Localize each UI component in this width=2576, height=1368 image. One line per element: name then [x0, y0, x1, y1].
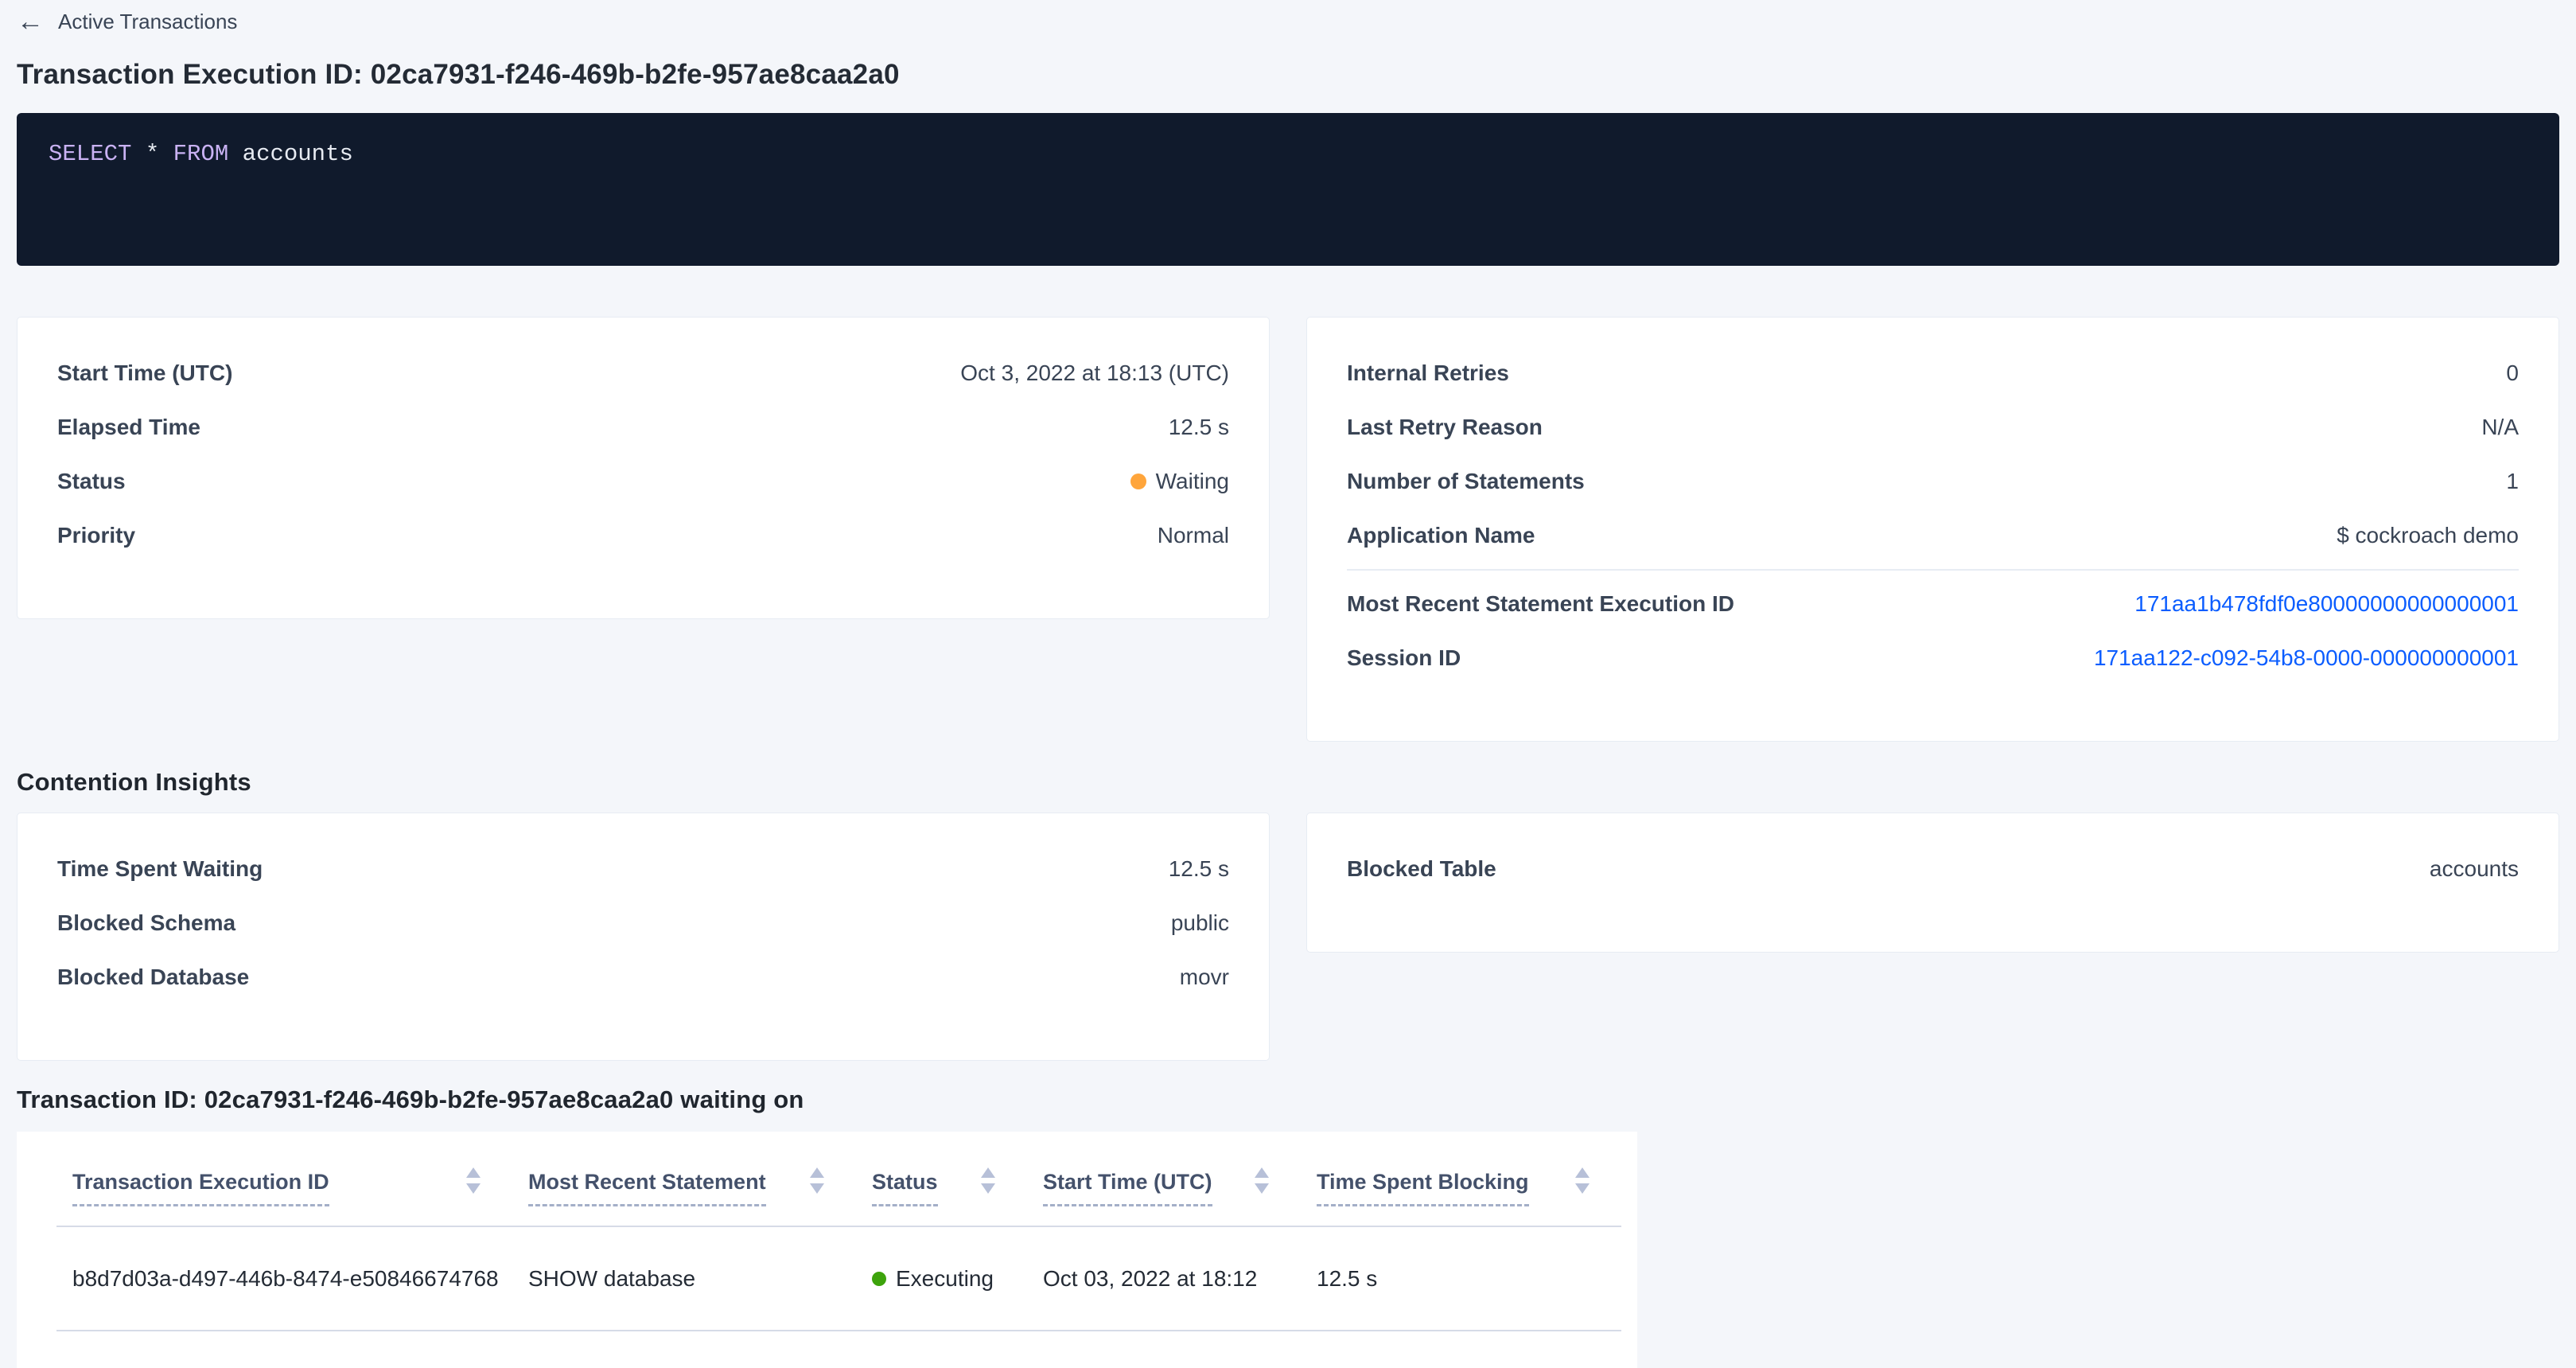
status-text: Waiting	[1156, 469, 1229, 494]
page-title: Transaction Execution ID: 02ca7931-f246-…	[17, 59, 2559, 91]
summary-row-status: Status Waiting	[57, 454, 1229, 509]
row-label: Session ID	[1347, 645, 1461, 671]
executing-status-dot-icon	[872, 1272, 886, 1286]
row-value: movr	[1180, 965, 1229, 990]
row-label: Application Name	[1347, 523, 1535, 548]
cell-transaction-execution-id: b8d7d03a-d497-446b-8474-e50846674768	[56, 1226, 512, 1331]
sort-button[interactable]: Transaction Execution ID	[72, 1170, 329, 1206]
contention-card-left: Time Spent Waiting 12.5 s Blocked Schema…	[17, 813, 1270, 1061]
summary-row-number-of-statements: Number of Statements 1	[1347, 454, 2519, 509]
waiting-on-table-card: Transaction Execution ID Most Recent Sta…	[17, 1132, 1637, 1368]
card-divider	[1347, 569, 2519, 571]
cell-status: Executing	[856, 1226, 1027, 1331]
cell-start-time: Oct 03, 2022 at 18:12	[1027, 1226, 1301, 1331]
row-label: Start Time (UTC)	[57, 361, 232, 386]
row-value: 1	[2506, 469, 2519, 494]
sort-arrows-icon[interactable]	[810, 1167, 824, 1194]
row-value: accounts	[2430, 856, 2519, 882]
column-header-label: Transaction Execution ID	[72, 1170, 329, 1206]
column-header-label: Most Recent Statement	[528, 1170, 766, 1206]
row-value: 12.5 s	[1169, 856, 1229, 882]
status-text: Executing	[896, 1266, 994, 1292]
row-label: Most Recent Statement Execution ID	[1347, 591, 1734, 617]
row-label: Elapsed Time	[57, 415, 200, 440]
waiting-on-table: Transaction Execution ID Most Recent Sta…	[56, 1132, 1621, 1331]
row-value: Normal	[1158, 523, 1229, 548]
summary-row-internal-retries: Internal Retries 0	[1347, 346, 2519, 400]
cell-time-spent-blocking: 12.5 s	[1301, 1226, 1621, 1331]
contention-row-blocked-schema: Blocked Schema public	[57, 896, 1229, 950]
row-value: 12.5 s	[1169, 415, 1229, 440]
row-label: Last Retry Reason	[1347, 415, 1543, 440]
contention-row-blocked-table: Blocked Table accounts	[1347, 842, 2519, 896]
sort-arrows-icon[interactable]	[981, 1167, 995, 1194]
row-value: $ cockroach demo	[2337, 523, 2519, 548]
sort-arrows-icon[interactable]	[1255, 1167, 1269, 1194]
sort-button[interactable]: Most Recent Statement	[528, 1170, 766, 1206]
cell-most-recent-statement: SHOW database	[512, 1226, 856, 1331]
row-label: Blocked Schema	[57, 910, 235, 936]
column-header-status: Status	[856, 1132, 1027, 1226]
back-link[interactable]: ← Active Transactions	[17, 8, 237, 35]
contention-row-time-spent-waiting: Time Spent Waiting 12.5 s	[57, 842, 1229, 896]
sql-keyword-from: FROM	[173, 141, 229, 167]
summary-row-start-time: Start Time (UTC) Oct 3, 2022 at 18:13 (U…	[57, 346, 1229, 400]
table-header-row: Transaction Execution ID Most Recent Sta…	[56, 1132, 1621, 1226]
table-row: b8d7d03a-d497-446b-8474-e50846674768 SHO…	[56, 1226, 1621, 1331]
sort-arrows-icon[interactable]	[466, 1167, 481, 1194]
summary-row-last-retry-reason: Last Retry Reason N/A	[1347, 400, 2519, 454]
sql-statement: SELECT * FROM accounts	[49, 141, 353, 167]
row-label: Time Spent Waiting	[57, 856, 263, 882]
row-label: Internal Retries	[1347, 361, 1509, 386]
row-label: Blocked Database	[57, 965, 249, 990]
contention-row-blocked-database: Blocked Database movr	[57, 950, 1229, 1004]
contention-card-right: Blocked Table accounts	[1306, 813, 2559, 953]
row-value: 0	[2506, 361, 2519, 386]
row-label: Status	[57, 469, 126, 494]
column-header-start-time: Start Time (UTC)	[1027, 1132, 1301, 1226]
sql-star: *	[131, 141, 173, 167]
contention-cards-row: Time Spent Waiting 12.5 s Blocked Schema…	[17, 813, 2559, 1061]
transaction-details-page: ← Active Transactions Transaction Execut…	[0, 0, 2576, 1368]
status-badge: Waiting	[1130, 469, 1229, 494]
status-badge: Executing	[872, 1266, 994, 1292]
waiting-on-heading: Transaction ID: 02ca7931-f246-469b-b2fe-…	[17, 1085, 2559, 1114]
waiting-status-dot-icon	[1130, 474, 1146, 489]
column-header-time-spent-blocking: Time Spent Blocking	[1301, 1132, 1621, 1226]
summary-row-session-id: Session ID 171aa122-c092-54b8-0000-00000…	[1347, 631, 2519, 685]
column-header-label: Start Time (UTC)	[1043, 1170, 1212, 1206]
sort-button[interactable]: Time Spent Blocking	[1317, 1170, 1529, 1206]
contention-insights-heading: Contention Insights	[17, 768, 2559, 797]
summary-row-priority: Priority Normal	[57, 509, 1229, 563]
summary-row-elapsed-time: Elapsed Time 12.5 s	[57, 400, 1229, 454]
summary-card-left: Start Time (UTC) Oct 3, 2022 at 18:13 (U…	[17, 317, 1270, 619]
column-header-transaction-execution-id: Transaction Execution ID	[56, 1132, 512, 1226]
summary-cards-row: Start Time (UTC) Oct 3, 2022 at 18:13 (U…	[17, 317, 2559, 742]
column-header-most-recent-statement: Most Recent Statement	[512, 1132, 856, 1226]
column-header-label: Time Spent Blocking	[1317, 1170, 1529, 1206]
summary-row-application-name: Application Name $ cockroach demo	[1347, 509, 2519, 563]
sort-button[interactable]: Start Time (UTC)	[1043, 1170, 1212, 1206]
summary-row-statement-execution-id: Most Recent Statement Execution ID 171aa…	[1347, 577, 2519, 631]
summary-card-right: Internal Retries 0 Last Retry Reason N/A…	[1306, 317, 2559, 742]
row-value: Oct 3, 2022 at 18:13 (UTC)	[960, 361, 1229, 386]
row-label: Number of Statements	[1347, 469, 1585, 494]
sql-statement-box: SELECT * FROM accounts	[17, 113, 2559, 266]
arrow-left-icon: ←	[17, 8, 44, 35]
row-value: public	[1171, 910, 1229, 936]
session-id-link[interactable]: 171aa122-c092-54b8-0000-000000000001	[2094, 645, 2519, 671]
column-header-label: Status	[872, 1170, 938, 1206]
sort-button[interactable]: Status	[872, 1170, 938, 1206]
back-link-label: Active Transactions	[58, 10, 237, 34]
row-label: Blocked Table	[1347, 856, 1496, 882]
row-value: N/A	[2481, 415, 2519, 440]
statement-execution-id-link[interactable]: 171aa1b478fdf0e80000000000000001	[2134, 591, 2519, 617]
sort-arrows-icon[interactable]	[1575, 1167, 1590, 1194]
row-label: Priority	[57, 523, 135, 548]
sql-keyword-select: SELECT	[49, 141, 131, 167]
sql-table-name: accounts	[228, 141, 353, 167]
